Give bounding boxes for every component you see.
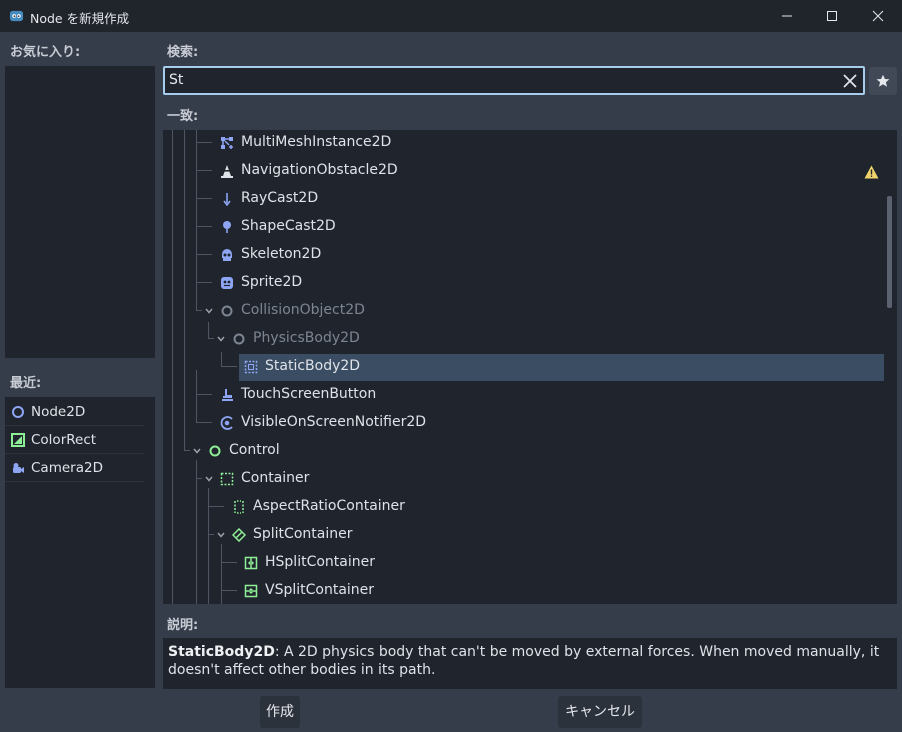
tree-item-hsplitcontainer[interactable]: HSplitContainer: [163, 549, 897, 577]
tree-item-label: Sprite2D: [241, 274, 303, 290]
tree-item-vsplitcontainer[interactable]: VSplitContainer: [163, 577, 897, 604]
tree-item-label: NavigationObstacle2D: [241, 162, 398, 178]
tree-item-touchscreenbutton[interactable]: TouchScreenButton: [163, 381, 897, 409]
search-value: St: [169, 72, 184, 88]
tree-item-label: StaticBody2D: [265, 358, 361, 374]
tree-item-label: HSplitContainer: [265, 554, 375, 570]
chevron-down-icon[interactable]: [192, 446, 202, 456]
navigationobstacle2d-icon: [221, 165, 233, 178]
recent-item-label: Node2D: [31, 404, 86, 420]
search-input[interactable]: St: [163, 66, 865, 95]
godot-logo-icon: [9, 10, 24, 22]
description-node-name: StaticBody2D: [168, 644, 275, 660]
close-button[interactable]: [855, 0, 901, 32]
tree-item-label: ShapeCast2D: [241, 218, 336, 234]
tree-item-label: VisibleOnScreenNotifier2D: [241, 414, 427, 430]
visibleonscreennotifier2d-icon: [220, 416, 233, 430]
description-panel: StaticBody2D: A 2D physics body that can…: [163, 638, 897, 689]
recent-item-label: ColorRect: [31, 432, 97, 448]
tree-item-label: RayCast2D: [241, 190, 319, 206]
tree-item-collisionobject2d[interactable]: CollisionObject2D: [163, 297, 897, 325]
raycast2d-icon: [223, 193, 231, 206]
maximize-button[interactable]: [809, 0, 855, 32]
description-label: 説明:: [167, 618, 199, 633]
vsplitcontainer-icon: [244, 584, 258, 598]
skeleton2d-icon: [222, 249, 232, 261]
tree-item-splitcontainer[interactable]: SplitContainer: [163, 521, 897, 549]
tree-item-label: SplitContainer: [253, 526, 353, 542]
favorites-list[interactable]: [5, 66, 155, 358]
tree-item-label: VSplitContainer: [265, 582, 375, 598]
maximize-icon: [827, 11, 837, 21]
sprite2d-icon: [221, 277, 233, 289]
shapecast2d-icon: [223, 221, 231, 233]
splitcontainer-icon: [232, 528, 246, 542]
tree-item-label: CollisionObject2D: [241, 302, 365, 318]
clear-icon[interactable]: [842, 73, 858, 89]
tree-item-multimeshinstance2d[interactable]: MultiMeshInstance2D: [163, 130, 897, 157]
tree-item-skeleton2d[interactable]: Skeleton2D: [163, 241, 897, 269]
close-icon: [872, 10, 884, 22]
tree-item-label: PhysicsBody2D: [253, 330, 360, 346]
window-title: Node を新規作成: [30, 11, 130, 26]
tree-item-control[interactable]: Control: [163, 437, 897, 465]
warning-icon: [864, 165, 879, 179]
chevron-down-icon[interactable]: [216, 530, 226, 540]
star-icon: [876, 74, 890, 87]
recent-item-camera2d[interactable]: Camera2D: [5, 454, 145, 482]
recent-list: Node2D ColorRect Camera2D: [5, 397, 155, 688]
chevron-down-icon[interactable]: [216, 334, 226, 344]
container-icon: [220, 472, 234, 486]
tree-item-label: Container: [241, 470, 310, 486]
tree-item-label: AspectRatioContainer: [253, 498, 405, 514]
recent-item-label: Camera2D: [31, 460, 103, 476]
tree-item-label: TouchScreenButton: [241, 386, 377, 402]
colorrect-icon: [11, 433, 25, 447]
tree-item-aspectratiocontainer[interactable]: AspectRatioContainer: [163, 493, 897, 521]
aspectratiocontainer-icon: [234, 500, 244, 514]
matches-label: 一致:: [167, 109, 199, 124]
node2d-icon: [12, 406, 24, 418]
physicsbody2d-icon: [233, 333, 245, 345]
tree-item-raycast2d[interactable]: RayCast2D: [163, 185, 897, 213]
chevron-down-icon[interactable]: [204, 474, 214, 484]
tree-item-visibleonscreennotifier2d[interactable]: VisibleOnScreenNotifier2D: [163, 409, 897, 437]
matches-tree[interactable]: MultiMeshInstance2D NavigationObstacle2D…: [163, 130, 897, 604]
minimize-button[interactable]: [764, 0, 810, 32]
collisionobject2d-icon: [221, 305, 233, 317]
tree-item-container[interactable]: Container: [163, 465, 897, 493]
cancel-button[interactable]: キャンセル: [558, 696, 642, 728]
search-label: 検索:: [167, 45, 199, 60]
create-button[interactable]: 作成: [260, 696, 300, 728]
favorite-toggle-button[interactable]: [869, 67, 897, 95]
tree-item-shapecast2d[interactable]: ShapeCast2D: [163, 213, 897, 241]
minimize-icon: [782, 15, 792, 17]
tree-item-label: Control: [229, 442, 280, 458]
recent-item-colorrect[interactable]: ColorRect: [5, 426, 145, 454]
description-text: : A 2D physics body that can't be moved …: [168, 644, 880, 678]
tree-item-staticbody2d[interactable]: StaticBody2D: [163, 353, 897, 381]
tree-item-label: Skeleton2D: [241, 246, 322, 262]
camera2d-icon: [13, 463, 24, 473]
recent-item-node2d[interactable]: Node2D: [5, 398, 145, 426]
favorites-label: お気に入り:: [10, 45, 81, 60]
staticbody2d-icon: [244, 360, 258, 374]
recent-label: 最近:: [10, 376, 42, 391]
tree-item-sprite2d[interactable]: Sprite2D: [163, 269, 897, 297]
tree-scrollbar[interactable]: [887, 196, 892, 308]
control-icon: [209, 445, 221, 457]
title-bar: Node を新規作成: [0, 0, 902, 32]
chevron-down-icon[interactable]: [204, 306, 214, 316]
tree-item-physicsbody2d[interactable]: PhysicsBody2D: [163, 325, 897, 353]
hsplitcontainer-icon: [244, 556, 258, 570]
multimeshinstance2d-icon: [221, 137, 233, 149]
tree-item-label: MultiMeshInstance2D: [241, 134, 392, 150]
touchscreenbutton-icon: [222, 389, 233, 401]
tree-item-navigationobstacle2d[interactable]: NavigationObstacle2D: [163, 157, 897, 185]
